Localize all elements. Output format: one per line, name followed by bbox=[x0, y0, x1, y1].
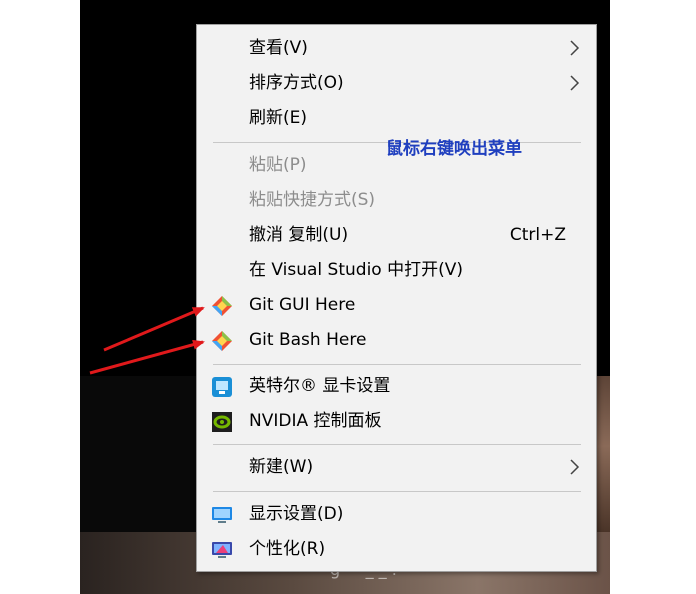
arrow-to-git-bash bbox=[89, 339, 205, 375]
annotation-arrows bbox=[89, 306, 205, 375]
arrow-to-git-gui bbox=[103, 306, 205, 352]
